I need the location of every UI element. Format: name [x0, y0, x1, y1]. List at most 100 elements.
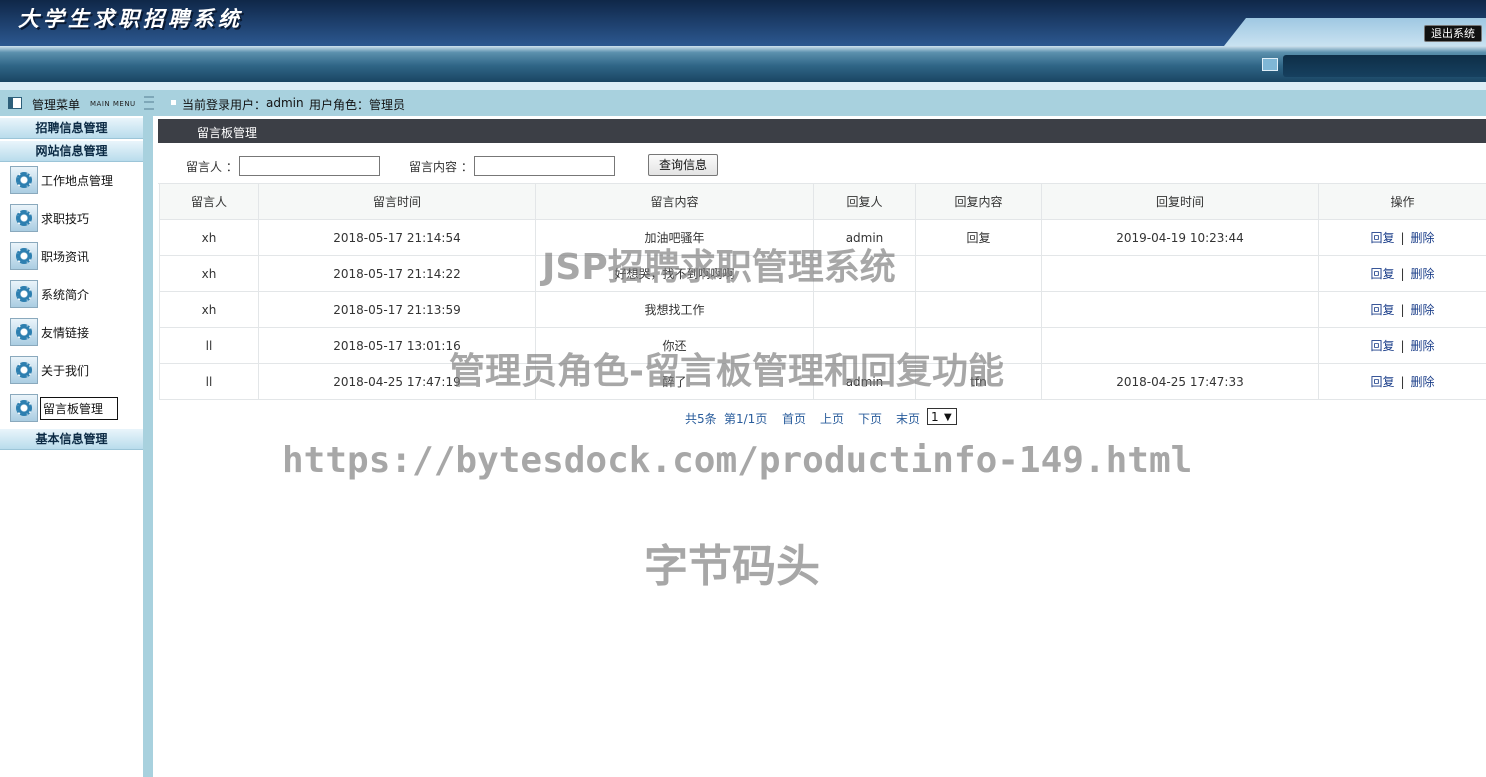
menu-subtitle: MAIN MENU [90, 100, 136, 108]
column-header: 回复内容 [915, 183, 1042, 220]
gear-icon [10, 318, 38, 346]
cell [915, 255, 1042, 292]
cell: 你还 [535, 327, 814, 364]
reply-link[interactable]: 回复 [1370, 231, 1394, 245]
menu-toggle-icon[interactable] [144, 96, 154, 110]
menu-title: 管理菜单 [32, 98, 81, 112]
column-header: 回复人 [813, 183, 916, 220]
cell: 2018-05-17 13:01:16 [258, 327, 536, 364]
delete-link[interactable]: 删除 [1411, 231, 1435, 245]
cell: 2018-05-17 21:14:22 [258, 255, 536, 292]
table-row: xh 2018-05-17 21:14:22 好想哭，找不到啊啊啊 回复 | 删除 [159, 255, 1486, 292]
delete-link[interactable]: 删除 [1411, 303, 1435, 317]
reply-link[interactable]: 回复 [1370, 339, 1394, 353]
row-actions: 回复 | 删除 [1318, 363, 1486, 400]
cell: admin [813, 363, 916, 400]
cell: 2018-05-17 21:14:54 [258, 219, 536, 256]
delete-link[interactable]: 删除 [1411, 267, 1435, 281]
cell: 2019-04-19 10:23:44 [1041, 219, 1319, 256]
search-bar: 留言人 ： 留言内容 ： 查询信息 [158, 147, 1486, 184]
table-row: ll 2018-04-25 17:47:19 醉了 admin tfn 2018… [159, 363, 1486, 400]
search-person-label: 留言人 ： [186, 160, 238, 174]
search-content-label: 留言内容 ： [409, 160, 473, 174]
delete-link[interactable]: 删除 [1411, 375, 1435, 389]
reply-link[interactable]: 回复 [1370, 375, 1394, 389]
sidebar-section-recruitment[interactable]: 招聘信息管理 [0, 118, 143, 139]
gear-icon [10, 166, 38, 194]
cell: admin [813, 219, 916, 256]
table-row: ll 2018-05-17 13:01:16 你还 回复 | 删除 [159, 327, 1486, 364]
cell [813, 255, 916, 292]
sidebar-item-label: 关于我们 [41, 364, 90, 378]
sidebar-item-career-news[interactable]: 职场资讯 [10, 242, 135, 272]
sidebar-item-about-us[interactable]: 关于我们 [10, 356, 135, 386]
status-strip: 管理菜单 MAIN MENU 当前登录用户： admin 用户角色： 管理员 [0, 90, 1486, 116]
cell [915, 291, 1042, 328]
page-select[interactable]: 1 ▼ [927, 408, 957, 425]
pager-next-link[interactable]: 下页 [858, 410, 882, 427]
row-actions: 回复 | 删除 [1318, 255, 1486, 292]
logout-button[interactable]: 退出系统 [1424, 25, 1482, 42]
reply-link[interactable]: 回复 [1370, 303, 1394, 317]
delete-link[interactable]: 删除 [1411, 339, 1435, 353]
role-label: 用户角色： [309, 98, 370, 112]
page-select-value: 1 [931, 410, 939, 424]
pager-first-link[interactable]: 首页 [782, 410, 806, 427]
pager-page: 第1/1页 [724, 412, 768, 426]
sidebar-item-friend-links[interactable]: 友情链接 [10, 318, 135, 348]
search-content-input[interactable] [474, 156, 615, 176]
sidebar-item-label: 工作地点管理 [41, 174, 114, 188]
sidebar-item-message-board[interactable]: 留言板管理 [10, 394, 135, 424]
cell [1041, 327, 1319, 364]
row-actions: 回复 | 删除 [1318, 327, 1486, 364]
pager-prev-link[interactable]: 上页 [820, 410, 844, 427]
sidebar-item-label: 求职技巧 [41, 212, 90, 226]
action-separator: | [1400, 375, 1405, 389]
column-header: 操作 [1318, 183, 1486, 220]
row-actions: 回复 | 删除 [1318, 291, 1486, 328]
search-button[interactable]: 查询信息 [648, 154, 718, 176]
sidebar-item-label: 友情链接 [41, 326, 90, 340]
reply-link[interactable]: 回复 [1370, 267, 1394, 281]
cell: 醉了 [535, 363, 814, 400]
sidebar-splitter[interactable] [143, 116, 153, 777]
cell [813, 327, 916, 364]
cell [915, 327, 1042, 364]
sidebar-item-job-tips[interactable]: 求职技巧 [10, 204, 135, 234]
app-header: 大学生求职招聘系统 退出系统 [0, 0, 1486, 46]
row-actions: 回复 | 删除 [1318, 219, 1486, 256]
gear-icon [10, 204, 38, 232]
cell: xh [159, 255, 259, 292]
sidebar-section-basic-info[interactable]: 基本信息管理 [0, 429, 143, 450]
cell: 2018-04-25 17:47:33 [1041, 363, 1319, 400]
search-person-input[interactable] [239, 156, 380, 176]
sidebar-item-work-location[interactable]: 工作地点管理 [10, 166, 135, 196]
pager-total: 共5条 [685, 412, 717, 426]
watermark-brand: 字节码头 [644, 541, 820, 592]
cell: xh [159, 219, 259, 256]
chevron-down-icon: ▼ [944, 412, 952, 423]
login-user: admin [266, 96, 304, 110]
column-header: 留言内容 [535, 183, 814, 220]
pager-last-link[interactable]: 末页 [896, 410, 920, 427]
bullet-icon [171, 100, 176, 105]
cell: 我想找工作 [535, 291, 814, 328]
header-toolbar [0, 46, 1486, 82]
sidebar-section-website[interactable]: 网站信息管理 [0, 141, 143, 162]
cell [1041, 291, 1319, 328]
login-label: 当前登录用户： [182, 98, 267, 112]
message-table: 留言人 留言时间 留言内容 回复人 回复内容 回复时间 操作 xh 2018-0… [159, 183, 1486, 400]
cell: 2018-04-25 17:47:19 [258, 363, 536, 400]
panel-title: 留言板管理 [197, 126, 258, 140]
watermark-url: https://bytesdock.com/productinfo-149.ht… [282, 440, 1193, 481]
menu-panel-icon [8, 97, 22, 109]
panel-header: 留言板管理 [158, 119, 1486, 143]
cell: ll [159, 327, 259, 364]
role-value: 管理员 [369, 98, 406, 112]
sidebar-item-label: 留言板管理 [40, 397, 119, 420]
sidebar-item-system-intro[interactable]: 系统简介 [10, 280, 135, 310]
cell [1041, 255, 1319, 292]
gear-icon [10, 356, 38, 384]
column-header: 留言时间 [258, 183, 536, 220]
header-divider [0, 82, 1486, 90]
